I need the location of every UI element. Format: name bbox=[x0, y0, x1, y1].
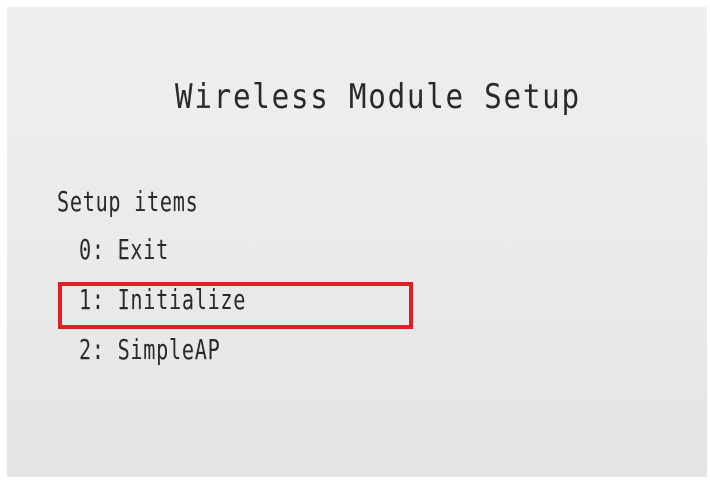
screenshot-frame: Wireless Module Setup Setup items 0: Exi… bbox=[0, 0, 710, 481]
printout-paper: Wireless Module Setup Setup items 0: Exi… bbox=[7, 7, 707, 477]
highlight-box bbox=[58, 282, 413, 329]
setup-item-exit: 0: Exit bbox=[79, 233, 170, 266]
page-title: Wireless Module Setup bbox=[175, 77, 581, 117]
setup-items-heading: Setup items bbox=[57, 185, 199, 218]
setup-item-simpleap: 2: SimpleAP bbox=[79, 333, 221, 366]
